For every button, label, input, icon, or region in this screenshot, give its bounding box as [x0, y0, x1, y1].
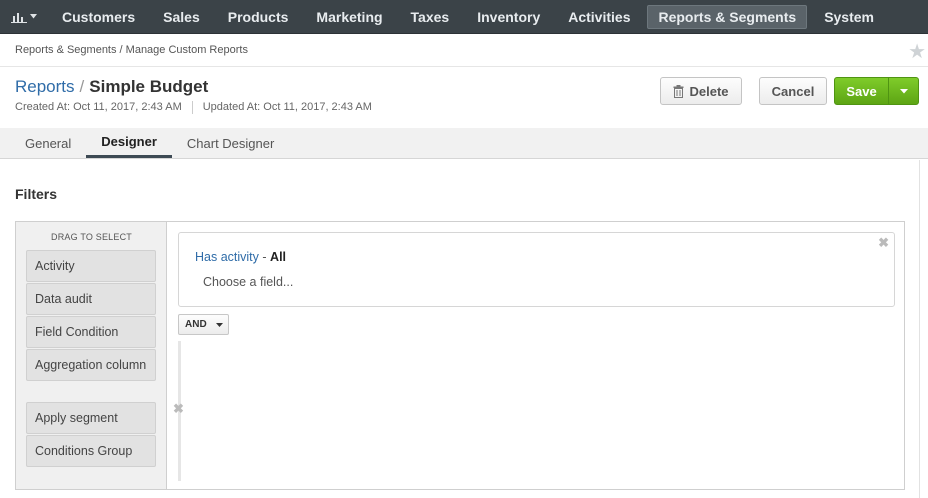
- condition-item[interactable]: ✖ Has activity - All Choose a field...: [178, 232, 895, 307]
- content-right-edge: [919, 160, 928, 498]
- breadcrumb-bar: Reports & Segments / Manage Custom Repor…: [0, 35, 928, 67]
- delete-button[interactable]: Delete: [660, 77, 742, 105]
- chart-bars-icon: [11, 12, 27, 23]
- palette-item-activity[interactable]: Activity: [26, 250, 156, 282]
- caret-down-icon: [899, 88, 908, 93]
- nav-inventory[interactable]: Inventory: [463, 0, 554, 34]
- star-icon[interactable]: ★: [908, 39, 926, 64]
- palette-item-conditions-group[interactable]: Conditions Group: [26, 435, 156, 467]
- nav-products[interactable]: Products: [214, 0, 303, 34]
- close-icon[interactable]: ✖: [878, 235, 889, 251]
- palette-item-aggregation-column[interactable]: Aggregation column: [26, 349, 156, 381]
- tab-bar: General Designer Chart Designer: [0, 128, 928, 159]
- delete-label: Delete: [689, 83, 729, 99]
- close-icon[interactable]: ✖: [173, 401, 184, 417]
- condition-value: All: [270, 250, 287, 264]
- page-header: Reports / Simple Budget Created At: Oct 11…: [0, 67, 928, 128]
- operator-dropdown[interactable]: AND: [178, 314, 229, 335]
- tab-chart-designer[interactable]: Chart Designer: [172, 128, 289, 158]
- cancel-button[interactable]: Cancel: [759, 77, 827, 105]
- palette-hint: DRAG TO SELECT: [51, 232, 132, 242]
- dashboard-menu-button[interactable]: [0, 0, 48, 34]
- nav-marketing[interactable]: Marketing: [302, 0, 396, 34]
- criteria-palette: DRAG TO SELECT Activity Data audit Field…: [16, 222, 167, 489]
- title-separator: /: [79, 77, 85, 96]
- meta-divider: [191, 101, 193, 114]
- nav-customers[interactable]: Customers: [48, 0, 149, 34]
- has-activity-link[interactable]: Has activity: [195, 250, 259, 264]
- caret-down-icon: [30, 14, 37, 19]
- page-title: Reports / Simple Budget: [15, 77, 208, 97]
- breadcrumb: Reports & Segments / Manage Custom Repor…: [15, 44, 248, 56]
- conditions-canvas[interactable]: ✖ Has activity - All Choose a field... A…: [168, 222, 904, 489]
- nav-system[interactable]: System: [810, 0, 888, 34]
- created-at: Created At: Oct 11, 2017, 2:43 AM: [15, 101, 182, 113]
- condition-header: Has activity - All: [195, 250, 286, 264]
- condition-dash: -: [262, 250, 267, 264]
- trash-icon: [673, 84, 684, 98]
- record-meta: Created At: Oct 11, 2017, 2:43 AM Update…: [15, 101, 372, 114]
- nav-taxes[interactable]: Taxes: [397, 0, 464, 34]
- palette-item-data-audit[interactable]: Data audit: [26, 283, 156, 315]
- palette-item-apply-segment[interactable]: Apply segment: [26, 402, 156, 434]
- tab-designer[interactable]: Designer: [86, 128, 172, 158]
- caret-down-icon: [215, 322, 223, 327]
- save-options-button[interactable]: [888, 77, 919, 105]
- updated-at: Updated At: Oct 11, 2017, 2:43 AM: [202, 101, 372, 113]
- nav-activities[interactable]: Activities: [554, 0, 644, 34]
- filters-title: Filters: [15, 186, 58, 202]
- condition-builder: DRAG TO SELECT Activity Data audit Field…: [15, 221, 905, 490]
- entity-name: Simple Budget: [89, 77, 209, 96]
- tab-general[interactable]: General: [10, 128, 86, 158]
- reports-link[interactable]: Reports: [15, 77, 75, 96]
- nav-sales[interactable]: Sales: [149, 0, 214, 34]
- main-menu: Customers Sales Products Marketing Taxes…: [0, 0, 928, 34]
- palette-item-field-condition[interactable]: Field Condition: [26, 316, 156, 348]
- operator-label: AND: [185, 319, 207, 330]
- choose-field-select[interactable]: Choose a field...: [203, 275, 293, 289]
- nav-reports-segments[interactable]: Reports & Segments: [647, 4, 808, 29]
- save-button[interactable]: Save: [834, 77, 889, 105]
